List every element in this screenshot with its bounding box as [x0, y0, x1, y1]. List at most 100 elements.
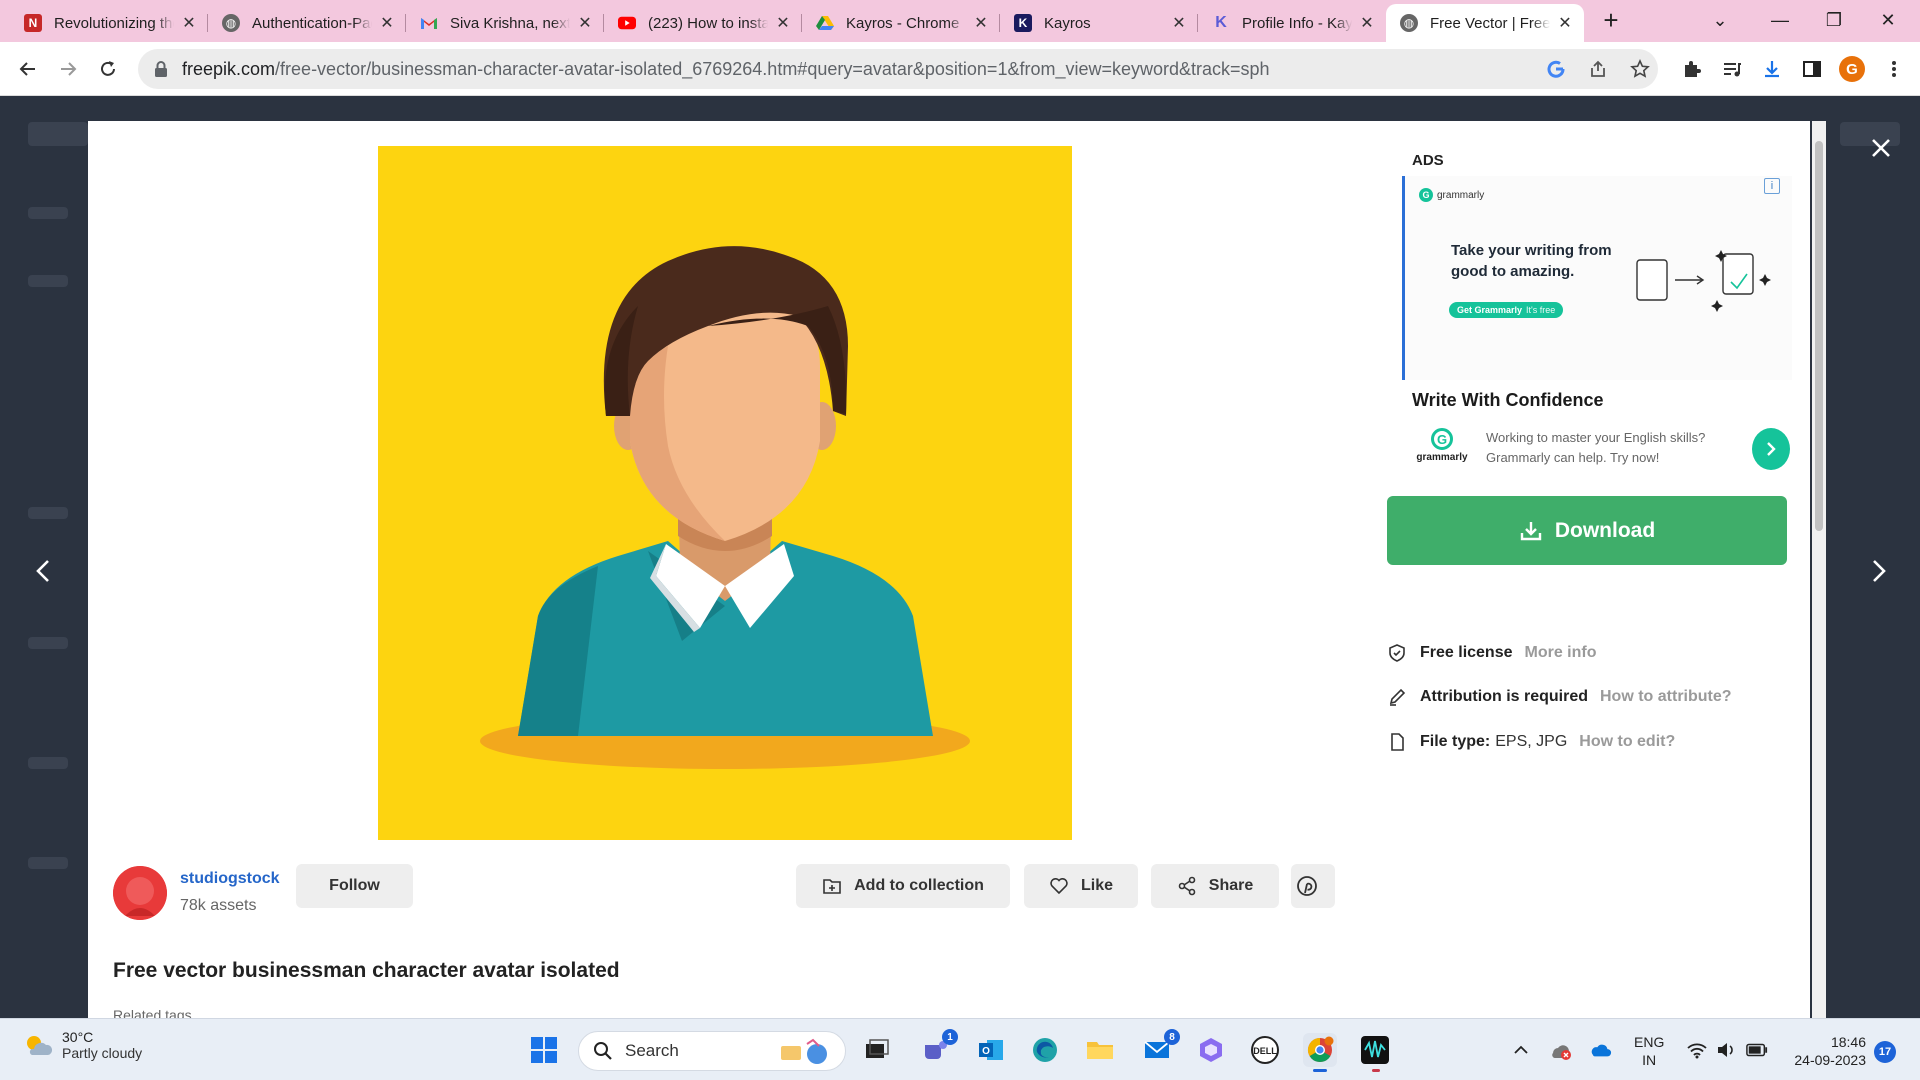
tab-gmail[interactable]: Siva Krishna, next ✕: [406, 4, 604, 42]
profile-avatar[interactable]: G: [1838, 55, 1866, 83]
system-clock[interactable]: 18:46 24-09-2023: [1786, 1033, 1866, 1069]
vpn-status-icon[interactable]: [1550, 1039, 1572, 1061]
wifi-icon[interactable]: [1686, 1039, 1708, 1061]
tab-profile-info[interactable]: K Profile Info - Kayros ✕: [1198, 4, 1386, 42]
tab-kayros-chrome[interactable]: Kayros - Chrome ✕: [802, 4, 1000, 42]
browser-toolbar: freepik.com/free-vector/businessman-char…: [0, 42, 1920, 96]
close-tab-icon[interactable]: ✕: [1170, 14, 1188, 32]
tab-revolutionizing[interactable]: N Revolutionizing the ✕: [10, 4, 208, 42]
url-text: freepik.com/free-vector/businessman-char…: [182, 59, 1270, 80]
search-highlight-icon: [781, 1038, 827, 1064]
address-bar[interactable]: freepik.com/free-vector/businessman-char…: [138, 49, 1658, 89]
edge-icon[interactable]: [1028, 1033, 1062, 1067]
onedrive-icon[interactable]: [1590, 1039, 1612, 1061]
close-tab-icon[interactable]: ✕: [1556, 14, 1574, 32]
reload-icon[interactable]: [94, 55, 122, 83]
back-icon[interactable]: [14, 55, 42, 83]
audio-app-icon[interactable]: [1358, 1033, 1392, 1072]
heart-icon: [1050, 878, 1068, 895]
close-tab-icon[interactable]: ✕: [1358, 14, 1376, 32]
tab-authentication[interactable]: ◍ Authentication-Page ✕: [208, 4, 406, 42]
tab-kayros[interactable]: K Kayros ✕: [1000, 4, 1198, 42]
outlook-icon[interactable]: O: [974, 1033, 1008, 1067]
forward-icon[interactable]: [54, 55, 82, 83]
file-explorer-icon[interactable]: [1083, 1033, 1117, 1067]
scrollbar-thumb[interactable]: [1815, 141, 1823, 531]
tab-youtube[interactable]: (223) How to install ✕: [604, 4, 802, 42]
mail-icon[interactable]: 8: [1140, 1029, 1180, 1067]
youtube-icon: [618, 14, 636, 32]
close-tab-icon[interactable]: ✕: [774, 14, 792, 32]
follow-button[interactable]: Follow: [296, 864, 413, 908]
close-tab-icon[interactable]: ✕: [576, 14, 594, 32]
close-tab-icon[interactable]: ✕: [972, 14, 990, 32]
language-indicator[interactable]: ENG IN: [1634, 1033, 1664, 1069]
preview-image[interactable]: [378, 146, 1072, 840]
extensions-icon[interactable]: [1678, 55, 1706, 83]
file-icon: [1386, 731, 1408, 753]
ad-cta-label: Get Grammarly: [1457, 305, 1523, 315]
next-resource-icon[interactable]: [1864, 556, 1894, 586]
modal-scrollbar[interactable]: [1812, 121, 1826, 1018]
minimize-icon[interactable]: —: [1760, 6, 1800, 34]
previous-resource-icon[interactable]: [28, 556, 58, 586]
windows-start-icon[interactable]: [527, 1033, 561, 1067]
document-illustration-icon: [1636, 250, 1771, 312]
tab-title: Kayros - Chrome: [846, 14, 960, 32]
share-button[interactable]: Share: [1151, 864, 1279, 908]
close-tab-icon[interactable]: ✕: [180, 14, 198, 32]
ad-creative[interactable]: G grammarly i Take your writing from goo…: [1402, 176, 1792, 380]
more-info-link[interactable]: More info: [1525, 644, 1597, 662]
notification-count-badge[interactable]: 17: [1874, 1041, 1896, 1063]
restore-icon[interactable]: ❐: [1814, 6, 1854, 34]
language-code: ENG: [1634, 1034, 1665, 1050]
bookmark-star-icon[interactable]: [1630, 59, 1650, 79]
how-to-edit-link[interactable]: How to edit?: [1579, 733, 1675, 751]
close-window-icon[interactable]: ✕: [1868, 6, 1908, 34]
drive-icon: [816, 14, 834, 32]
task-view-icon[interactable]: [860, 1033, 894, 1067]
pinterest-button[interactable]: [1291, 864, 1335, 908]
close-tab-icon[interactable]: ✕: [378, 14, 396, 32]
share-page-icon[interactable]: [1588, 59, 1608, 79]
add-to-collection-button[interactable]: Add to collection: [796, 864, 1010, 908]
file-type-value: EPS, JPG: [1495, 733, 1568, 750]
author-avatar[interactable]: [113, 866, 167, 920]
download-icon: [1520, 521, 1542, 540]
media-control-icon[interactable]: [1718, 55, 1746, 83]
chrome-menu-icon[interactable]: [1880, 55, 1908, 83]
new-tab-button[interactable]: +: [1598, 7, 1624, 34]
dell-icon[interactable]: DELL: [1248, 1033, 1282, 1067]
downloads-icon[interactable]: [1758, 55, 1786, 83]
ad-headline: Take your writing from good to amazing.: [1451, 242, 1612, 280]
ad-logo-text: grammarly: [1416, 452, 1468, 463]
tab-title: Kayros: [1044, 14, 1091, 32]
show-hidden-icons[interactable]: [1510, 1039, 1532, 1061]
tab-free-vector[interactable]: ◍ Free Vector | Free ✕: [1386, 4, 1584, 42]
ad-info-icon[interactable]: i: [1764, 178, 1780, 194]
chrome-icon[interactable]: [1303, 1033, 1337, 1072]
battery-icon[interactable]: [1746, 1039, 1768, 1061]
globe-favicon-icon: ◍: [222, 14, 240, 32]
how-to-attribute-link[interactable]: How to attribute?: [1600, 688, 1732, 706]
volume-icon[interactable]: [1716, 1039, 1738, 1061]
author-name-link[interactable]: studiogstock: [180, 870, 280, 888]
weather-widget[interactable]: 30°C Partly cloudy: [22, 1029, 142, 1061]
ad-cta-button[interactable]: Get Grammarly It's free: [1449, 302, 1564, 318]
weather-temperature: 30°C: [62, 1029, 94, 1045]
grammarly-ad[interactable]: G grammarly i Take your writing from goo…: [1402, 176, 1792, 470]
tab-title: (223) How to install: [648, 14, 768, 32]
tab-search-icon[interactable]: ⌄: [1700, 6, 1740, 34]
download-button[interactable]: Download: [1387, 496, 1787, 565]
google-lens-icon[interactable]: [1546, 59, 1566, 79]
copilot-icon[interactable]: [1194, 1033, 1228, 1067]
url-path: /free-vector/businessman-character-avata…: [275, 58, 1270, 79]
close-modal-icon[interactable]: [1866, 133, 1896, 163]
side-panel-icon[interactable]: [1798, 55, 1826, 83]
teams-icon[interactable]: 1: [918, 1029, 958, 1067]
taskbar-search[interactable]: Search: [578, 1031, 846, 1071]
like-button[interactable]: Like: [1024, 864, 1138, 908]
ad-next-button[interactable]: [1752, 428, 1790, 470]
url-host: freepik.com: [182, 58, 276, 79]
file-type-row: File type: EPS, JPG How to edit?: [1386, 731, 1675, 753]
